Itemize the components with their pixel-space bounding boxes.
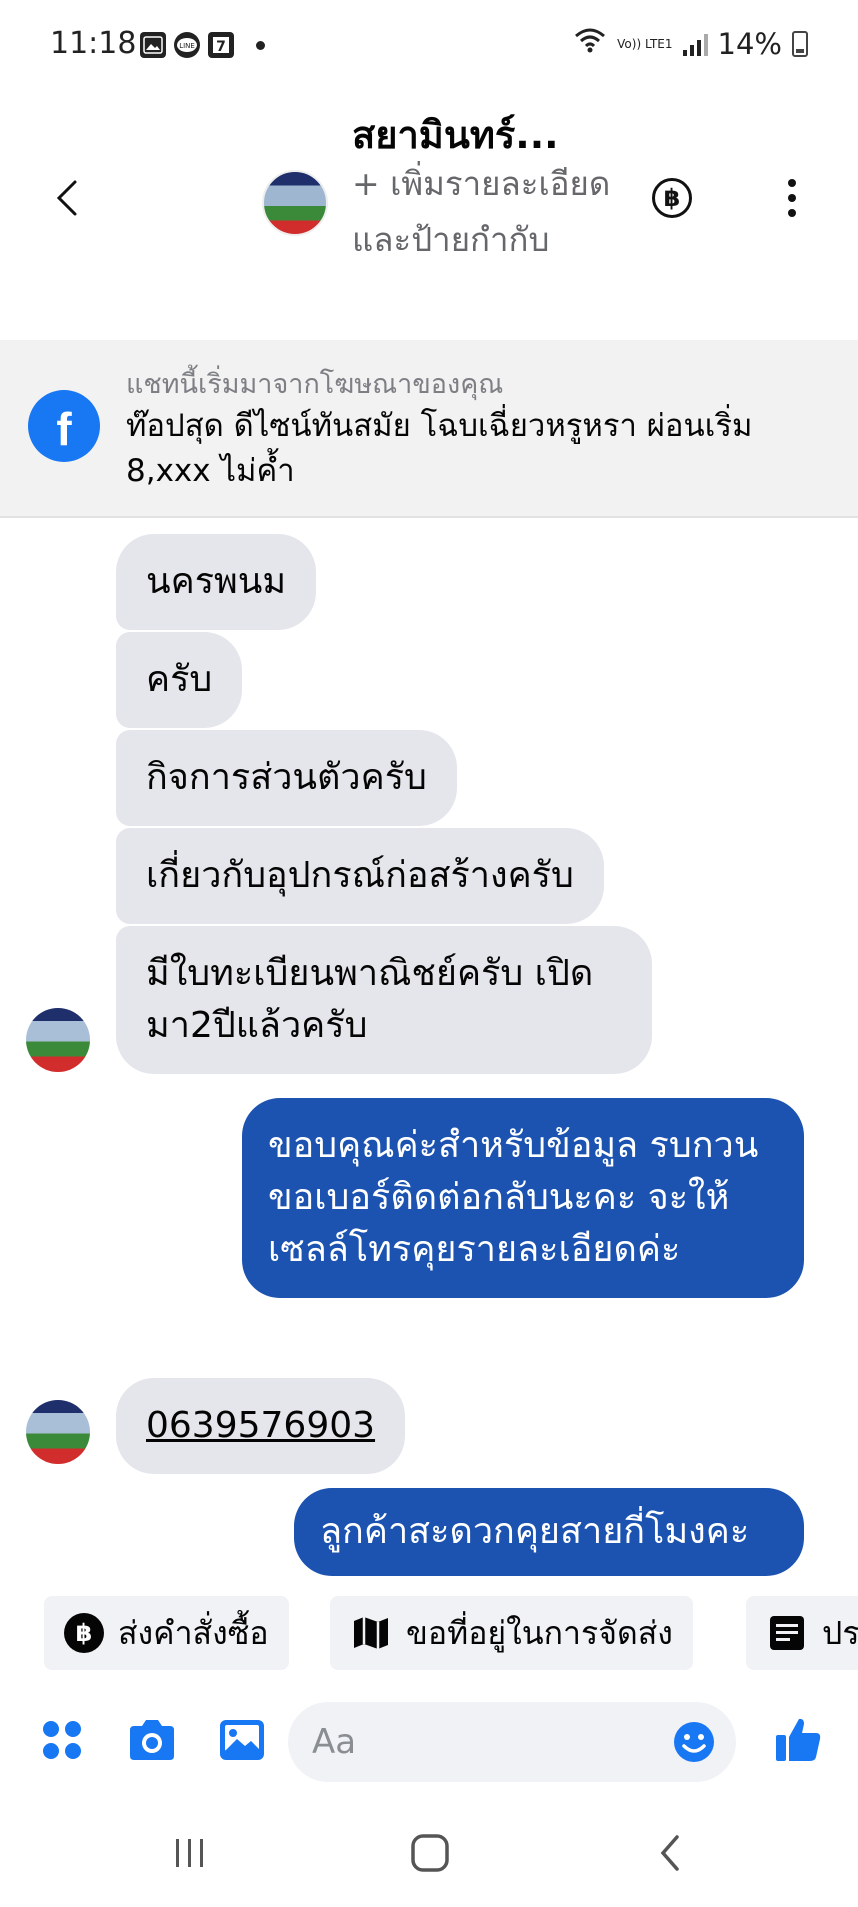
thumbs-up-icon — [776, 1718, 821, 1761]
message-input-box[interactable] — [288, 1702, 736, 1782]
message-bubble-incoming[interactable]: เกี่ยวกับอุปกรณ์ก่อสร้างครับ — [116, 828, 604, 924]
quick-reply-label: ปร — [822, 1613, 858, 1652]
contact-avatar[interactable] — [262, 170, 328, 236]
battery-percent: 14% — [717, 26, 782, 61]
dot — [788, 179, 796, 187]
back-nav-button[interactable] — [640, 1828, 700, 1878]
more-notifications-dot — [256, 40, 265, 50]
more-actions-button[interactable] — [36, 1714, 88, 1766]
payment-button[interactable]: ฿ — [652, 178, 692, 218]
svg-text:7: 7 — [216, 39, 226, 55]
message-bubble-incoming[interactable]: มีใบทะเบียนพาณิชย์ครับ เปิดมา2ปีแล้วครับ — [116, 926, 652, 1074]
seven-eleven-icon: 7 — [208, 32, 234, 58]
grid-dots-icon — [43, 1721, 81, 1759]
gallery-button[interactable] — [216, 1714, 268, 1766]
sender-avatar[interactable] — [26, 1008, 90, 1072]
network-label: Vo)) LTE1 — [617, 36, 673, 51]
home-button[interactable] — [400, 1828, 460, 1878]
dot — [788, 194, 796, 202]
chevron-left-icon — [56, 180, 77, 216]
camera-icon — [130, 1720, 174, 1760]
quick-reply-label: ส่งคำสั่งซื้อ — [118, 1613, 269, 1652]
message-list: นครพนม ครับ กิจการส่วนตัวครับ เกี่ยวกับอ… — [0, 520, 858, 1590]
signal-icon — [682, 32, 708, 56]
gallery-icon — [140, 32, 166, 58]
message-bubble-incoming[interactable]: 0639576903 — [116, 1378, 406, 1474]
recents-button[interactable] — [160, 1828, 220, 1878]
message-bubble-incoming[interactable]: ครับ — [116, 632, 243, 728]
message-input[interactable] — [312, 1718, 632, 1766]
quick-reply-request-address[interactable]: ขอที่อยู่ในการจัดส่ง — [330, 1596, 693, 1670]
add-details-link[interactable]: + เพิ่มรายละเอียดและป้ายกำกับ — [352, 156, 612, 268]
wifi-icon — [573, 26, 607, 61]
notification-icons: LINE 7 — [140, 32, 265, 58]
map-icon — [350, 1612, 392, 1654]
back-button[interactable] — [44, 176, 88, 220]
line-icon: LINE — [174, 32, 200, 58]
dot — [788, 209, 796, 217]
status-bar: 11:18 LINE 7 Vo)) LTE1 14% — [0, 0, 858, 96]
ad-caption: แชทนี้เริ่มมาจากโฆษณาของคุณ — [126, 369, 504, 400]
camera-button[interactable] — [126, 1714, 178, 1766]
quick-reply-send-order[interactable]: ฿ ส่งคำสั่งซื้อ — [44, 1596, 289, 1670]
phone-number-link[interactable]: 0639576903 — [146, 1405, 375, 1446]
message-bubble-outgoing[interactable]: ขอบคุณค่ะสำหรับข้อมูล รบกวนขอเบอร์ติดต่อ… — [242, 1098, 804, 1298]
quick-reply-label: ขอที่อยู่ในการจัดส่ง — [406, 1613, 673, 1652]
emoji-icon — [674, 1722, 714, 1762]
home-icon — [411, 1834, 449, 1872]
more-options-button[interactable] — [770, 176, 814, 220]
ad-text: ท๊อปสุด ดีไซน์ทันสมัย โฉบเฉี่ยวหรูหรา ผ่… — [126, 408, 753, 489]
ad-origin-banner[interactable]: f แชทนี้เริ่มมาจากโฆษณาของคุณ ท๊อปสุด ดี… — [0, 340, 858, 518]
conversation-header: สยามินทร์... + เพิ่มรายละเอียดและป้ายกำก… — [0, 96, 858, 340]
message-bubble-outgoing[interactable]: ลูกค้าสะดวกคุยสายกี่โมงคะ — [294, 1488, 804, 1576]
status-time: 11:18 — [50, 26, 137, 61]
form-icon — [766, 1612, 808, 1654]
emoji-button[interactable] — [672, 1720, 716, 1764]
message-composer — [0, 1686, 858, 1796]
svg-text:LINE: LINE — [179, 42, 195, 50]
facebook-logo-icon: f — [28, 390, 100, 462]
like-button[interactable] — [772, 1714, 824, 1766]
system-navigation-bar — [0, 1800, 858, 1907]
message-bubble-incoming[interactable]: กิจการส่วนตัวครับ — [116, 730, 457, 826]
sender-avatar[interactable] — [26, 1400, 90, 1464]
baht-icon: ฿ — [64, 1613, 104, 1653]
status-right: Vo)) LTE1 14% — [573, 26, 808, 61]
message-bubble-incoming[interactable]: นครพนม — [116, 534, 317, 630]
baht-icon: ฿ — [663, 184, 681, 212]
battery-icon — [792, 30, 808, 57]
back-arrow-icon — [660, 1835, 679, 1871]
quick-reply-form[interactable]: ปร — [746, 1596, 858, 1670]
image-icon — [220, 1720, 264, 1760]
recents-icon — [176, 1839, 203, 1867]
quick-reply-row: ฿ ส่งคำสั่งซื้อ ขอที่อยู่ในการจัดส่ง ปร — [0, 1594, 858, 1674]
